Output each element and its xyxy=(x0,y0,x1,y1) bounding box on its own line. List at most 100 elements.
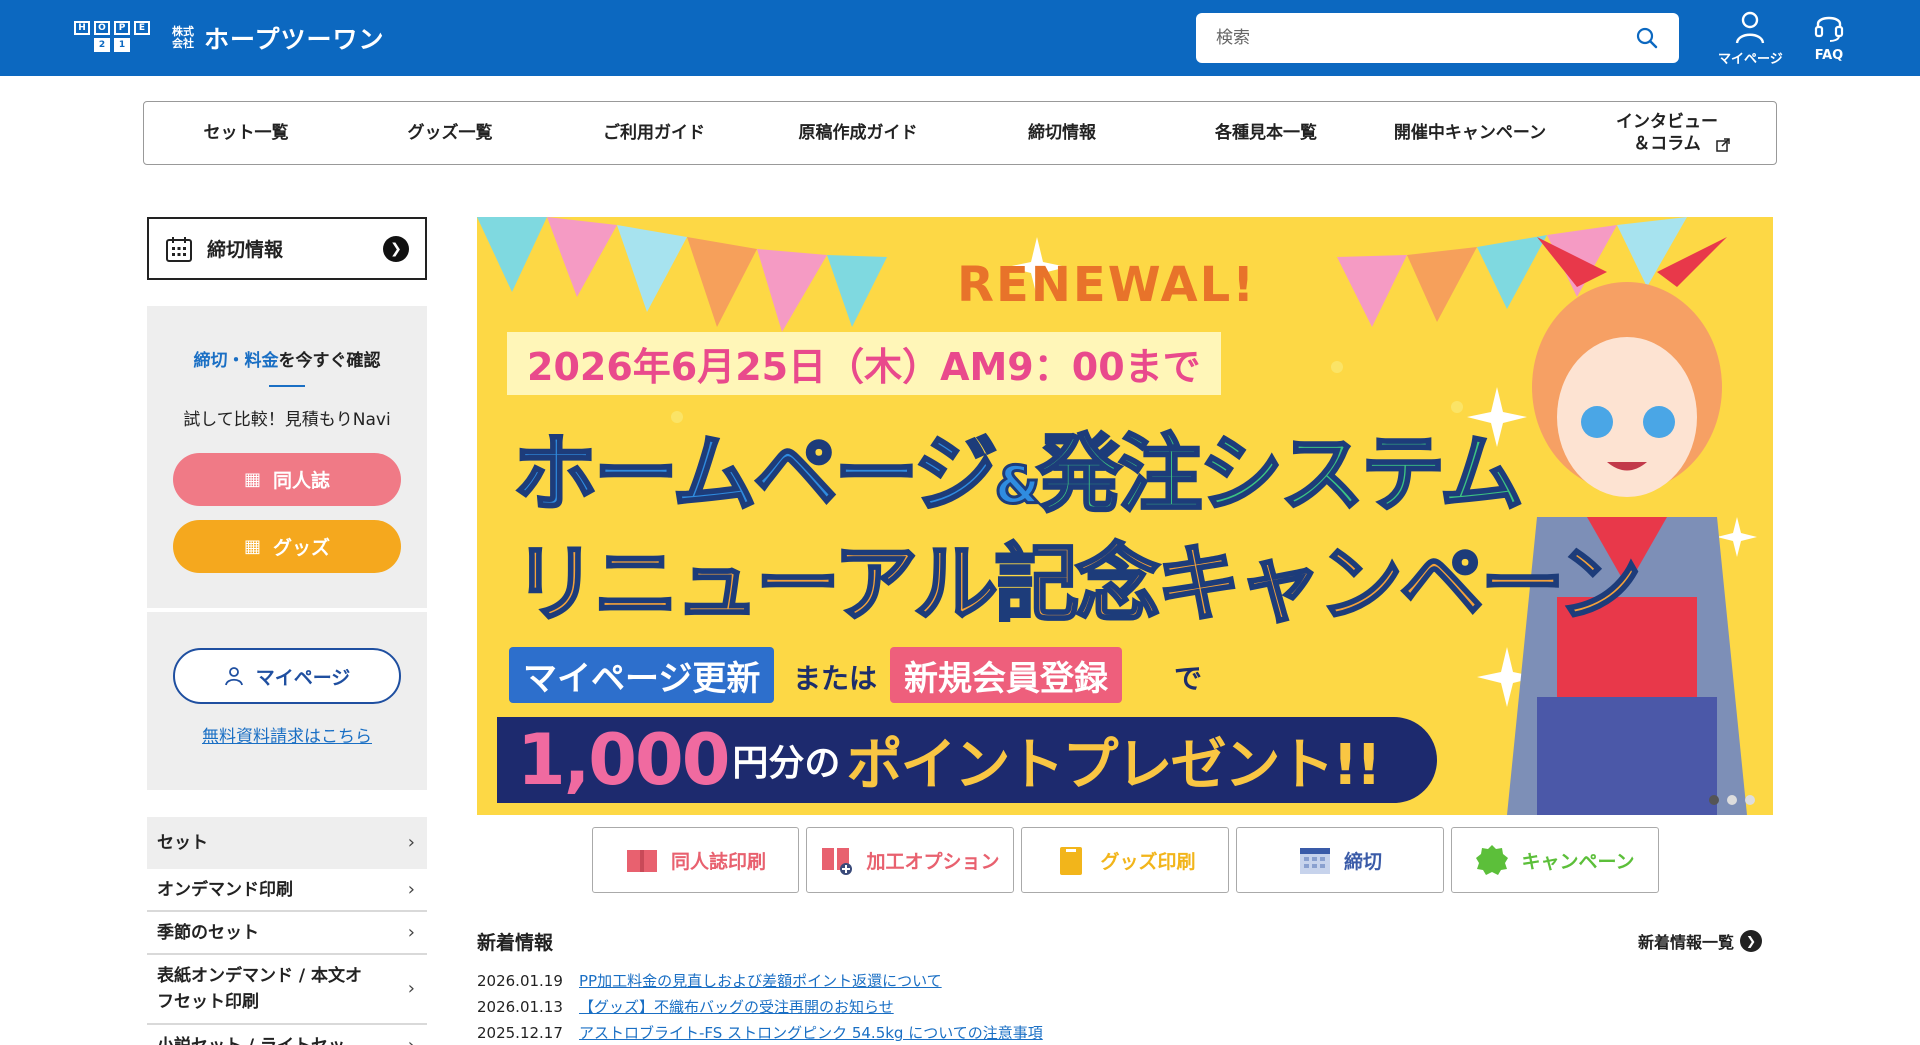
nav-item-campaigns[interactable]: 開催中キャンペーン xyxy=(1368,102,1572,164)
nav-item-interview[interactable]: インタビュー ＆コラム xyxy=(1572,102,1776,164)
estimate-title-rest: を今すぐ確認 xyxy=(278,351,381,371)
estimate-title: 締切・料金を今すぐ確認 xyxy=(147,346,427,371)
mypage-header-label: マイページ xyxy=(1718,52,1783,67)
user-icon xyxy=(1736,11,1765,44)
news-item: 2026.01.13 【グッズ】不織布バッグの受注再開のお知らせ xyxy=(477,994,1043,1020)
logo-letter: E xyxy=(134,21,150,35)
calendar-icon xyxy=(166,236,192,262)
carousel-dot[interactable] xyxy=(1709,795,1719,805)
search-box xyxy=(1196,13,1679,63)
logo-mark: H O P E 2 1 xyxy=(58,21,166,55)
logo-letter: P xyxy=(114,21,130,35)
headset-icon xyxy=(1814,16,1844,42)
banner-headline-amp: & xyxy=(993,455,1041,518)
sidebar-mypage-button[interactable]: マイページ xyxy=(173,648,401,704)
carousel-dot[interactable] xyxy=(1727,795,1737,805)
nav-item-goods[interactable]: グッズ一覧 xyxy=(348,102,552,164)
banner-yen: 円分の xyxy=(732,743,841,784)
nav-item-samples[interactable]: 各種見本一覧 xyxy=(1164,102,1368,164)
chevron-right-icon: ❯ xyxy=(1740,930,1763,952)
quick-link-label: 同人誌印刷 xyxy=(670,850,766,873)
faq-header-label: FAQ xyxy=(1814,48,1844,63)
news-date: 2026.01.19 xyxy=(477,972,563,990)
sidebar-deadline-button[interactable]: 締切情報 ❯ xyxy=(147,217,427,280)
menu-category-sets[interactable]: セット › xyxy=(147,817,427,869)
badge-icon xyxy=(1476,845,1509,875)
divider xyxy=(269,385,305,387)
banner-offer: 1,000 円分の ポイントプレゼント!! xyxy=(497,717,1437,803)
quick-link-doujin[interactable]: 同人誌印刷 xyxy=(592,827,799,893)
news-link[interactable]: アストロブライト-FS ストロングピンク 54.5kg についての注意事項 xyxy=(579,1020,1043,1045)
menu-item-cover-offset[interactable]: 表紙オンデマンド / 本文オ フセット印刷 › xyxy=(147,955,427,1025)
logo-company-name: ホープツーワン xyxy=(204,25,385,54)
sidebar-mypage-label: マイページ xyxy=(255,666,351,689)
mypage-header-button[interactable]: マイページ xyxy=(1718,10,1783,70)
quick-link-label: 加工オプション xyxy=(866,850,1000,873)
estimate-goods-button[interactable]: ▦ グッズ xyxy=(173,520,401,573)
carousel-dot[interactable] xyxy=(1745,795,1755,805)
logo-letter: 2 xyxy=(94,38,110,52)
chevron-right-icon: › xyxy=(407,978,415,999)
carousel-dots xyxy=(1709,795,1755,805)
banner-date: 2026年6月25日（木）AM9：00まで xyxy=(507,332,1221,395)
chevron-right-icon: ❯ xyxy=(383,235,409,262)
logo-company-type: 株式会社 xyxy=(172,25,194,50)
faq-header-button[interactable]: FAQ xyxy=(1813,10,1845,70)
nav-item-interview-label: インタビュー ＆コラム xyxy=(1616,112,1718,154)
news-item: 2025.12.17 アストロブライト-FS ストロングピンク 54.5kg に… xyxy=(477,1020,1043,1045)
menu-item-seasonal[interactable]: 季節のセット › xyxy=(147,912,427,955)
book-plus-icon xyxy=(822,848,853,875)
estimate-doujin-label: 同人誌 xyxy=(273,470,331,492)
quick-link-deadline[interactable]: 締切 xyxy=(1236,827,1444,893)
banner-tag-register: 新規会員登録 xyxy=(890,647,1122,703)
menu-item-label: 季節のセット xyxy=(157,922,259,943)
banner-renewal-text: RENEWAL! xyxy=(957,257,1257,313)
nav-item-guide[interactable]: ご利用ガイド xyxy=(552,102,756,164)
site-header: H O P E 2 1 株式会社 ホープツーワン マイページ FAQ xyxy=(0,0,1920,76)
nav-item-sets[interactable]: セット一覧 xyxy=(144,102,348,164)
chevron-right-icon: › xyxy=(407,878,415,900)
nav-item-deadlines[interactable]: 締切情報 xyxy=(960,102,1164,164)
calculator-icon: ▦ xyxy=(243,469,261,490)
banner-headline-2: リニューアル記念キャンペーン xyxy=(512,534,1644,635)
logo-letter: O xyxy=(94,21,110,35)
banner-headline-1: ホームページ&発注システム xyxy=(512,407,1526,528)
news-section-title: 新着情報 xyxy=(477,932,554,954)
free-brochure-link[interactable]: 無料資料請求はこちら xyxy=(202,722,372,747)
banner-present: ポイントプレゼント!! xyxy=(846,732,1381,798)
nav-item-manuscript-guide[interactable]: 原稿作成ガイド xyxy=(756,102,960,164)
search-input[interactable] xyxy=(1216,28,1635,48)
estimate-subtitle: 試して比較！見積もりNavi xyxy=(183,410,391,430)
external-link-icon xyxy=(1716,138,1730,152)
menu-item-ondemand[interactable]: オンデマンド印刷 › xyxy=(147,869,427,912)
estimate-panel: 締切・料金を今すぐ確認 試して比較！見積もりNavi ▦ 同人誌 ▦ グッズ xyxy=(147,306,427,608)
quick-link-goods[interactable]: グッズ印刷 xyxy=(1021,827,1229,893)
quick-link-options[interactable]: 加工オプション xyxy=(806,827,1014,893)
banner-headline-1b: 発注システム xyxy=(1036,424,1525,525)
banner-de-text: で xyxy=(1174,662,1203,695)
campaign-banner[interactable]: RENEWAL! 2026年6月25日（木）AM9：00まで ホームページ&発注… xyxy=(477,217,1773,815)
estimate-title-highlight: 締切・料金 xyxy=(193,351,279,371)
site-logo[interactable]: H O P E 2 1 株式会社 ホープツーワン xyxy=(58,20,385,56)
menu-item-label: 表紙オンデマンド / 本文オ フセット印刷 xyxy=(157,966,363,1012)
global-nav: セット一覧 グッズ一覧 ご利用ガイド 原稿作成ガイド 締切情報 各種見本一覧 開… xyxy=(143,101,1777,165)
news-date: 2025.12.17 xyxy=(477,1024,563,1042)
quick-link-label: キャンペーン xyxy=(1521,850,1635,873)
menu-item-label: オンデマンド印刷 xyxy=(157,879,293,900)
menu-item-novel[interactable]: 小説セット / ライトセッ › xyxy=(147,1025,427,1045)
search-icon[interactable] xyxy=(1635,26,1659,50)
news-link[interactable]: PP加工料金の見直しおよび差額ポイント返還について xyxy=(579,968,942,994)
menu-category-label: セット xyxy=(157,833,208,853)
news-all-link[interactable]: 新着情報一覧 ❯ xyxy=(1638,929,1763,953)
calendar-icon xyxy=(1299,848,1330,874)
banner-or-text: または xyxy=(793,662,878,695)
chevron-right-icon: › xyxy=(407,832,415,853)
news-link[interactable]: 【グッズ】不織布バッグの受注再開のお知らせ xyxy=(579,994,894,1020)
estimate-doujin-button[interactable]: ▦ 同人誌 xyxy=(173,453,401,506)
news-list: 2026.01.19 PP加工料金の見直しおよび差額ポイント返還について 202… xyxy=(477,968,1043,1045)
quick-link-campaign[interactable]: キャンペーン xyxy=(1451,827,1659,893)
banner-headline-1a: ホームページ xyxy=(512,424,1000,525)
news-item: 2026.01.19 PP加工料金の見直しおよび差額ポイント返還について xyxy=(477,968,1043,994)
logo-letter: 1 xyxy=(114,38,130,52)
card-icon xyxy=(1060,847,1083,875)
